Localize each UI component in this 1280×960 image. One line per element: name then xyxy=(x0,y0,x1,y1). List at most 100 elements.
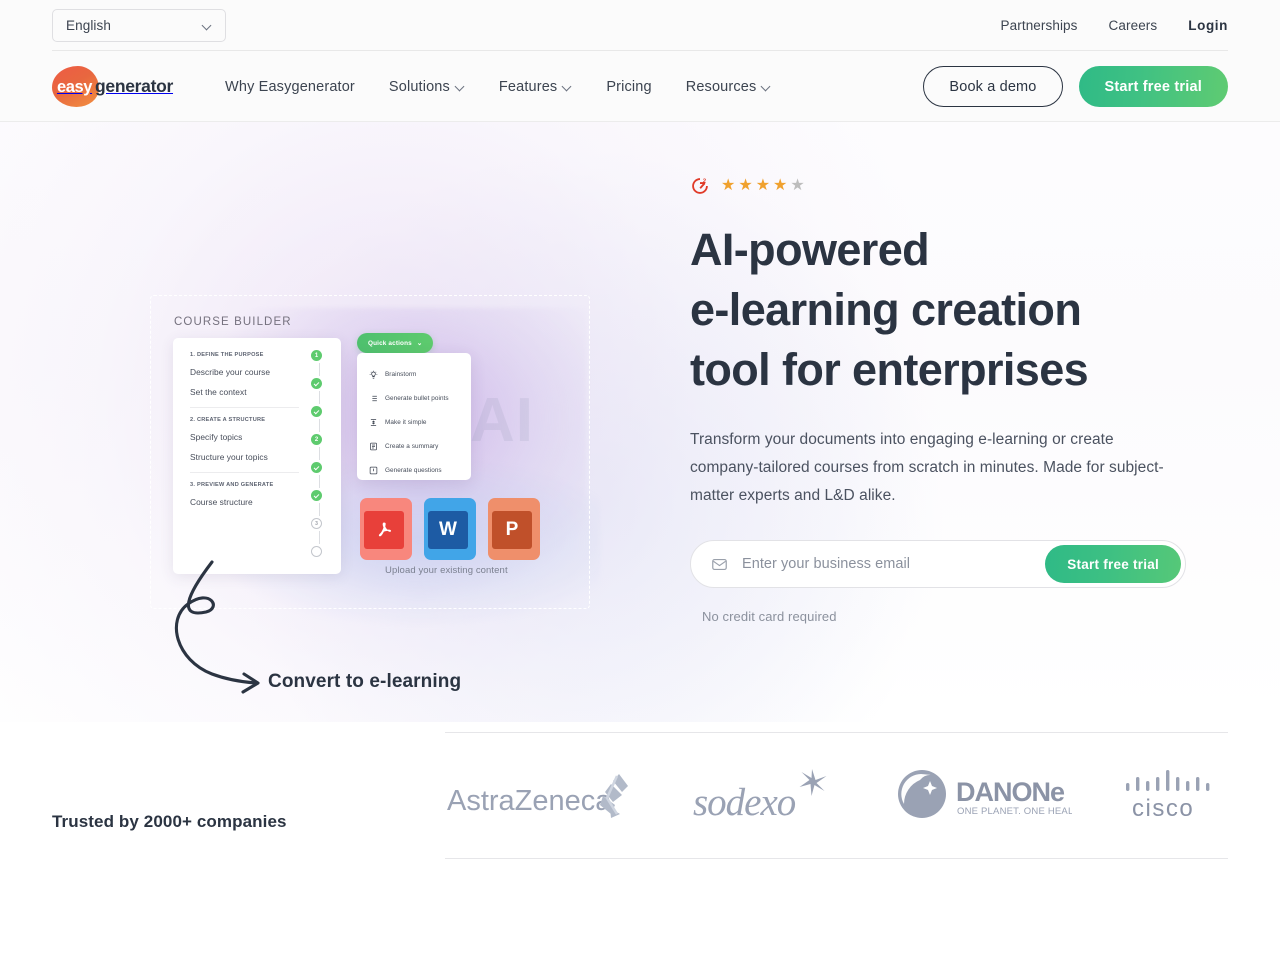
trusted-by-section: Trusted by 2000+ companies AstraZeneca s… xyxy=(0,722,1280,952)
cisco-logo: cisco xyxy=(1122,768,1226,824)
sodexo-logo-icon: sodexo xyxy=(693,768,827,824)
customer-logos: AstraZeneca sodexo DANONe ONE PLANET. ON… xyxy=(445,722,1228,859)
cisco-logo-icon: cisco xyxy=(1125,769,1210,822)
powerpoint-file-icon: P xyxy=(488,498,540,560)
quick-action-item[interactable]: Generate questions xyxy=(357,458,471,482)
convert-to-elearning-label: Convert to e-learning xyxy=(268,671,462,692)
star-icon: ★ xyxy=(773,177,789,194)
logo-mark-text: easy xyxy=(56,78,93,96)
nav-item-solutions[interactable]: Solutions xyxy=(389,79,465,95)
step-connector xyxy=(318,363,320,376)
quick-actions-button[interactable]: Quick actions ⌄ xyxy=(357,333,434,353)
nav-item-label: Pricing xyxy=(606,78,652,95)
quick-action-label: Generate questions xyxy=(385,466,442,474)
g2-logo-icon: 2 xyxy=(692,178,708,194)
chevron-down-icon xyxy=(203,21,212,30)
word-file-icon: W xyxy=(424,498,476,560)
pdf-file-icon xyxy=(360,498,412,560)
step-connector xyxy=(318,503,320,516)
svg-text:cisco: cisco xyxy=(1132,795,1194,822)
svg-text:DANONe: DANONe xyxy=(956,777,1065,807)
step-complete-icon xyxy=(311,378,322,389)
start-free-trial-button[interactable]: Start free trial xyxy=(1078,66,1228,107)
svg-text:2: 2 xyxy=(703,178,707,184)
danone-tagline: ONE PLANET. ONE HEALTH xyxy=(957,806,1072,817)
lightbulb-icon xyxy=(369,370,378,379)
step-connector xyxy=(318,475,320,488)
divider xyxy=(190,407,299,408)
builder-item: Set the context xyxy=(190,387,247,397)
nav-item-label: Solutions xyxy=(388,78,450,95)
step-connector xyxy=(318,531,320,544)
builder-item: Structure your topics xyxy=(190,452,268,462)
step-connector xyxy=(318,391,320,404)
top-links: Partnerships Careers Login xyxy=(1001,18,1228,33)
nav-item-features[interactable]: Features xyxy=(499,79,572,95)
course-builder-label: COURSE BUILDER xyxy=(174,316,292,328)
language-selector[interactable]: English xyxy=(52,9,226,42)
quick-actions-label: Quick actions xyxy=(368,339,412,347)
product-illustration: AI COURSE BUILDER 1. DEFINE THE PURPOSE … xyxy=(0,122,680,722)
builder-item: Describe your course xyxy=(190,367,271,377)
quick-action-item[interactable]: Create a summary xyxy=(357,434,471,458)
nav-item-pricing[interactable]: Pricing xyxy=(606,79,651,95)
book-a-demo-button[interactable]: Book a demo xyxy=(923,66,1063,107)
step-badge-1: 1 xyxy=(311,350,322,361)
email-signup-form: Start free trial xyxy=(690,540,1186,588)
page-title: AI-powered e-learning creation tool for … xyxy=(690,220,1280,400)
trusted-by-title: Trusted by 2000+ companies xyxy=(52,812,287,831)
step-complete-icon xyxy=(311,490,322,501)
quick-action-label: Make it simple xyxy=(385,418,427,426)
chevron-down-icon: ⌄ xyxy=(416,340,423,347)
quick-action-item[interactable]: Make it simple xyxy=(357,410,471,434)
word-letter: W xyxy=(439,519,457,540)
nav-item-label: Why Easygenerator xyxy=(225,78,355,95)
list-icon xyxy=(370,395,377,401)
no-credit-card-note: No credit card required xyxy=(702,609,837,624)
step-badge-2: 2 xyxy=(311,434,322,445)
nav-item-why-easygenerator[interactable]: Why Easygenerator xyxy=(225,79,355,95)
top-link-careers[interactable]: Careers xyxy=(1109,18,1158,33)
hero-copy: 2 ★ ★ ★ ★ ★ AI-powered e-learning creation t… xyxy=(680,122,1280,722)
danone-logo-icon: DANONe ONE PLANET. ONE HEALTH xyxy=(897,769,1072,818)
file-type-icons: W P xyxy=(360,498,540,560)
astrazeneca-logo: AstraZeneca xyxy=(447,768,643,824)
step-progress-column: 1 2 3 xyxy=(311,350,327,557)
divider-bottom xyxy=(445,858,1228,859)
ai-watermark: AI xyxy=(470,386,534,455)
danone-logo: DANONe ONE PLANET. ONE HEALTH xyxy=(894,768,1072,824)
quick-action-item[interactable]: Brainstorm xyxy=(357,362,471,386)
compress-icon xyxy=(370,418,377,426)
email-input[interactable] xyxy=(728,556,1046,572)
nav-item-resources[interactable]: Resources xyxy=(686,79,772,95)
star-icon: ★ xyxy=(738,177,754,194)
g2-rating: 2 ★ ★ ★ ★ ★ xyxy=(690,176,1280,196)
easygenerator-logo[interactable]: easy generator xyxy=(52,66,173,107)
svg-text:AstraZeneca: AstraZeneca xyxy=(447,785,612,817)
star-icon: ★ xyxy=(721,177,737,194)
nav-actions: Book a demo Start free trial xyxy=(923,66,1228,107)
star-half-icon: ★ xyxy=(790,177,806,194)
language-selector-value: English xyxy=(66,18,111,33)
headline-line-2: e-learning creation xyxy=(690,284,1082,335)
star-rating: ★ ★ ★ ★ ★ xyxy=(721,178,806,194)
step-badge-3: 3 xyxy=(311,518,322,529)
chevron-down-icon xyxy=(762,82,771,91)
quick-action-label: Create a summary xyxy=(385,442,439,450)
chevron-down-icon xyxy=(563,82,572,91)
step-complete-icon xyxy=(311,462,322,473)
acrobat-glyph-icon xyxy=(378,522,392,537)
step-connector xyxy=(318,447,320,460)
g2-badge-icon: 2 xyxy=(690,176,710,196)
top-link-login[interactable]: Login xyxy=(1188,18,1228,33)
logo-wordmark: generator xyxy=(95,76,174,96)
nav-item-label: Resources xyxy=(685,78,757,95)
top-link-partnerships[interactable]: Partnerships xyxy=(1001,18,1078,33)
form-start-free-trial-button[interactable]: Start free trial xyxy=(1045,545,1181,583)
powerpoint-letter: P xyxy=(505,519,519,540)
quick-action-label: Generate bullet points xyxy=(385,394,449,402)
step-connector xyxy=(318,419,320,432)
top-utility-bar: English Partnerships Careers Login xyxy=(0,0,1280,51)
hero-section: AI COURSE BUILDER 1. DEFINE THE PURPOSE … xyxy=(0,122,1280,722)
quick-action-item[interactable]: Generate bullet points xyxy=(357,386,471,410)
